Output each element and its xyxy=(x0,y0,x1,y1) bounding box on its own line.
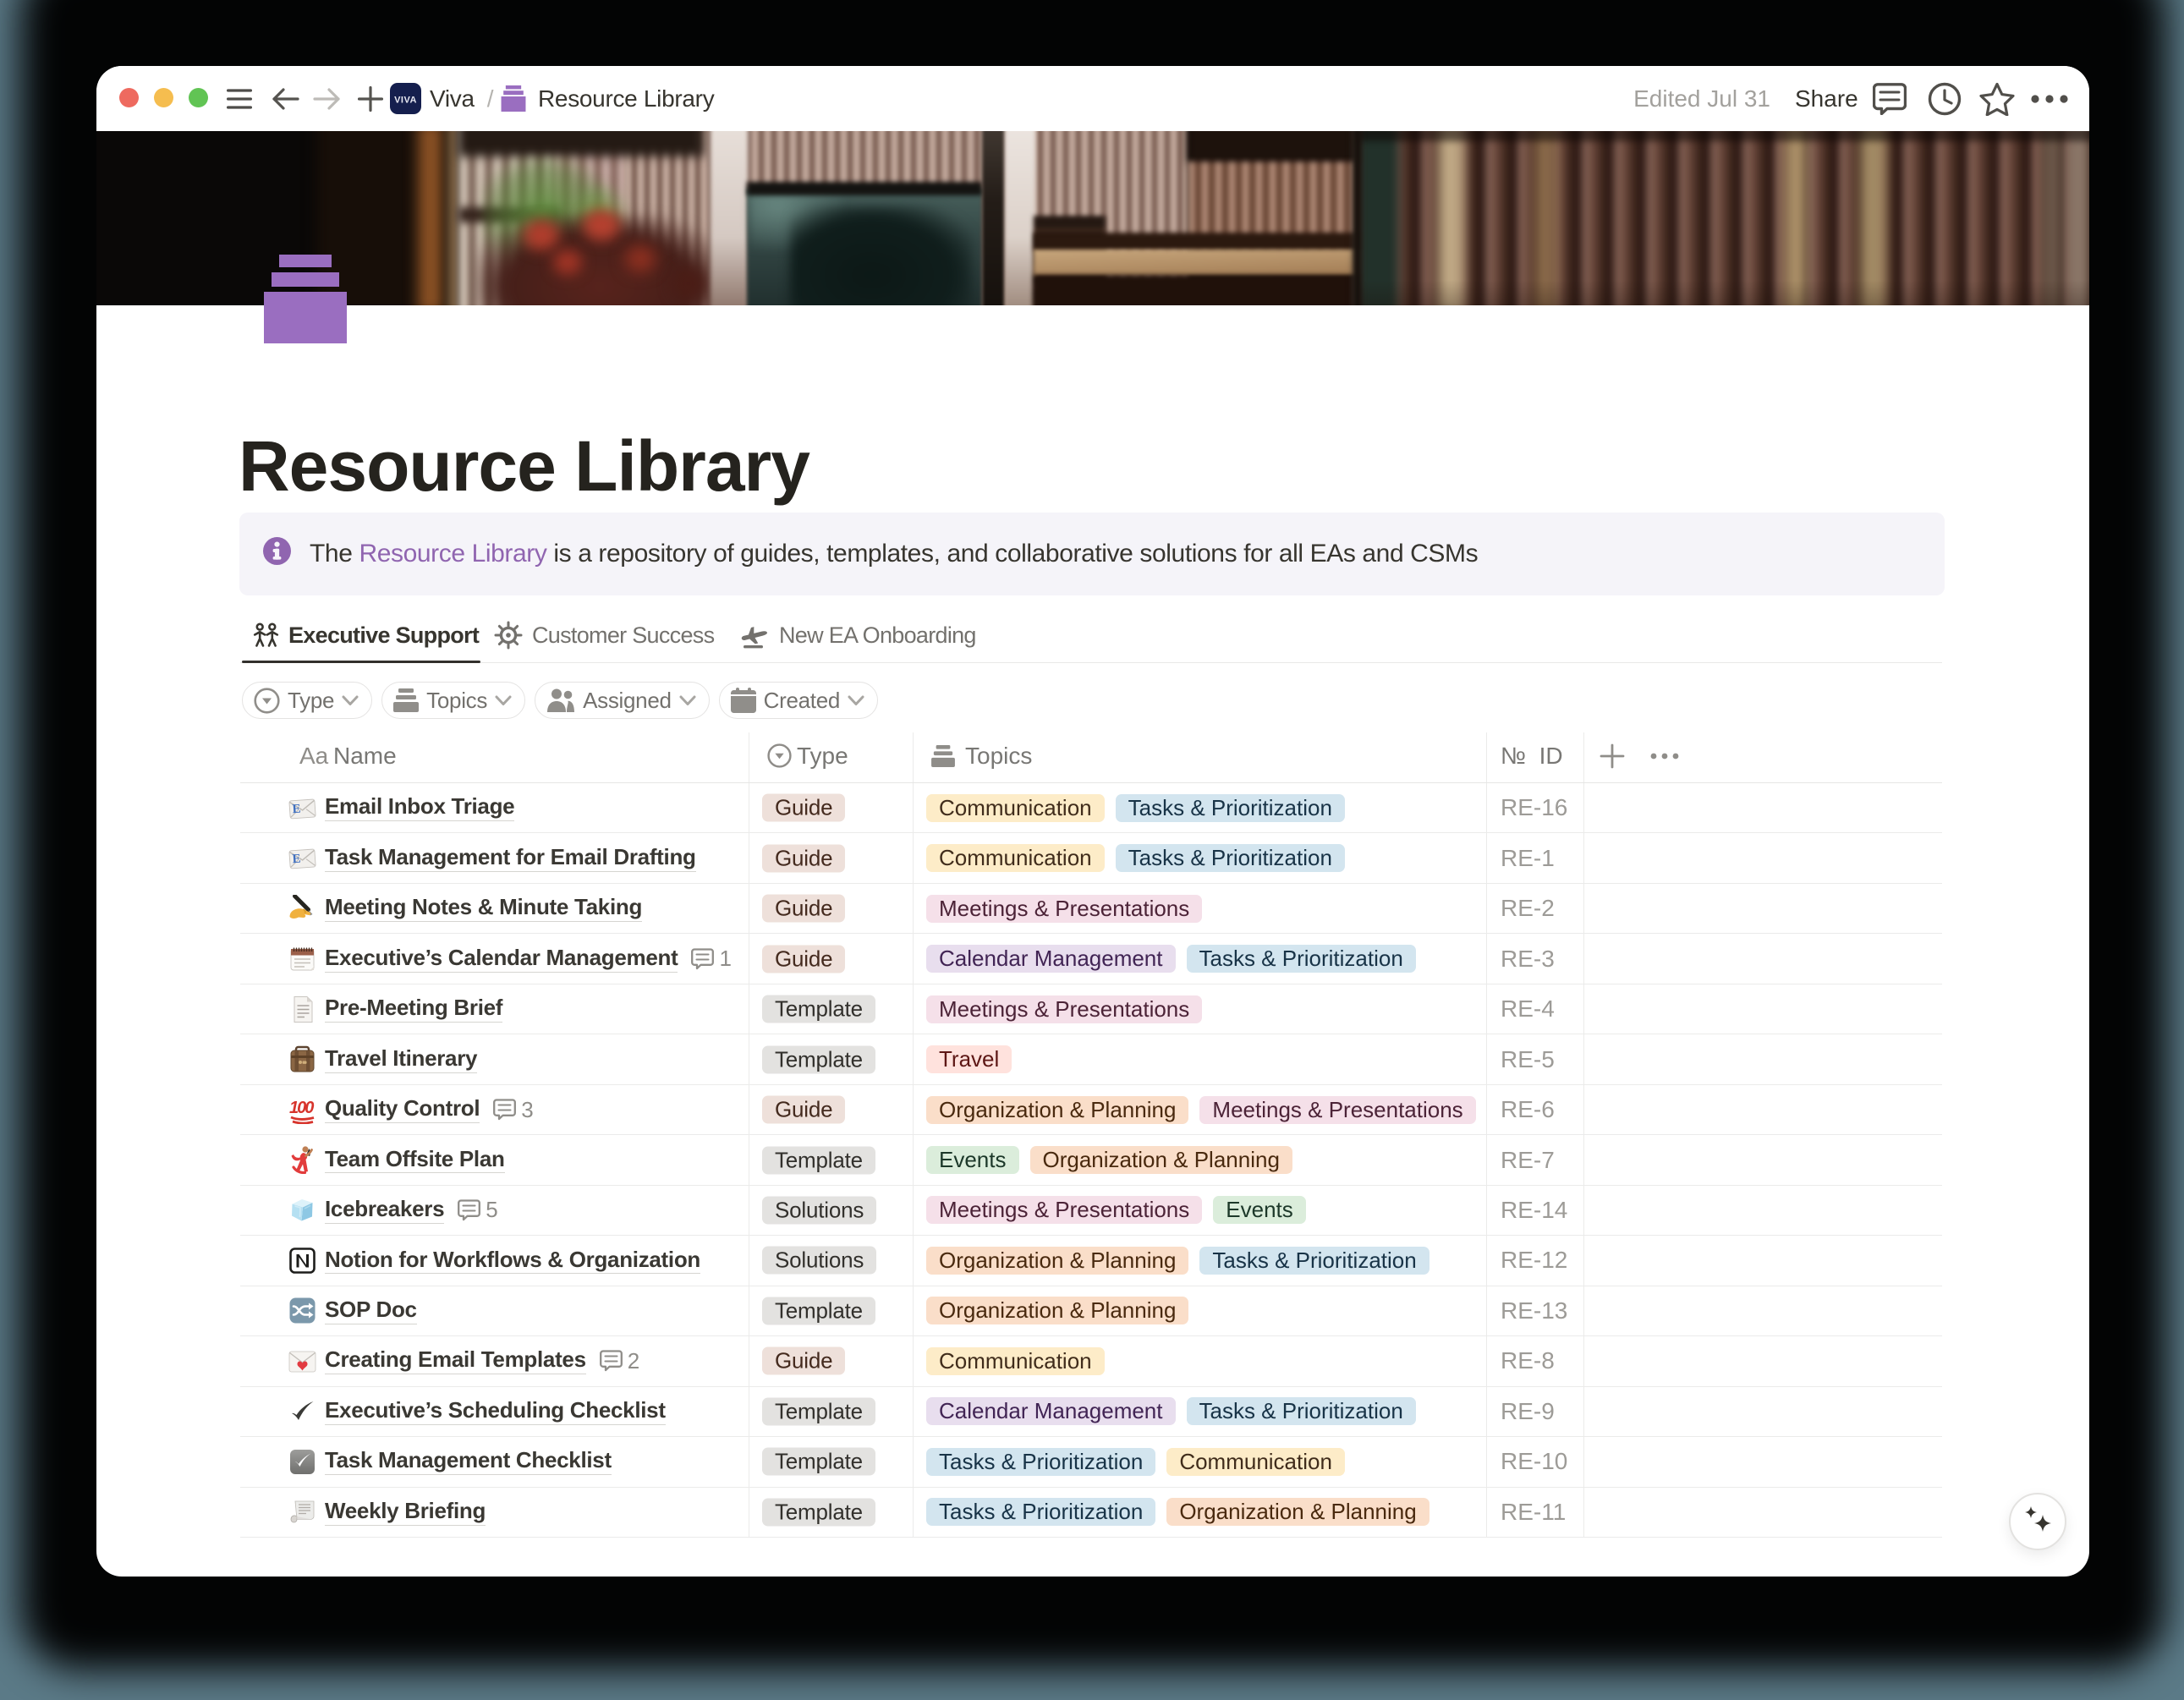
svg-text:VIVA: VIVA xyxy=(394,96,417,106)
svg-text:E: E xyxy=(292,802,301,816)
svg-text:E: E xyxy=(292,853,301,867)
svg-text:100: 100 xyxy=(289,1099,314,1117)
